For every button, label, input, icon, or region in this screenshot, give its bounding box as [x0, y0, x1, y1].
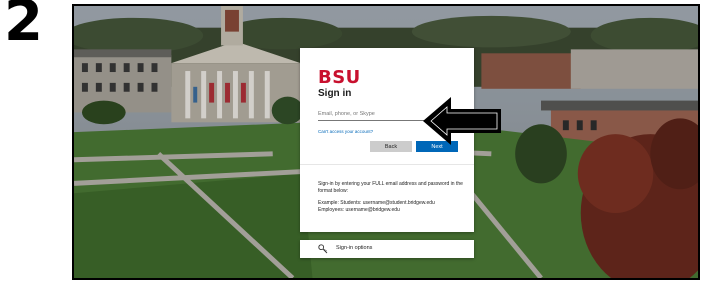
back-button[interactable]: Back	[370, 141, 412, 152]
bsu-logo: BSU	[318, 67, 361, 88]
card-divider	[300, 164, 474, 165]
key-icon	[318, 244, 328, 254]
cant-access-link[interactable]: Can't access your account?	[318, 129, 373, 134]
login-screen: BSU Sign in Can't access your account? B…	[72, 4, 700, 280]
example-students: Example: Students: username@student.brid…	[318, 200, 435, 206]
signin-title: Sign in	[318, 88, 352, 99]
instructions-text: Sign-in by entering your FULL email addr…	[318, 181, 463, 194]
signin-options-button[interactable]: Sign-in options	[300, 240, 474, 258]
signin-options-label: Sign-in options	[336, 245, 373, 251]
left-arrow-icon	[423, 97, 501, 145]
example-employees: Employees: username@bridgew.edu	[318, 207, 400, 213]
step-number: 2	[4, 0, 43, 54]
signin-instructions: Sign-in by entering your FULL email addr…	[318, 181, 466, 214]
